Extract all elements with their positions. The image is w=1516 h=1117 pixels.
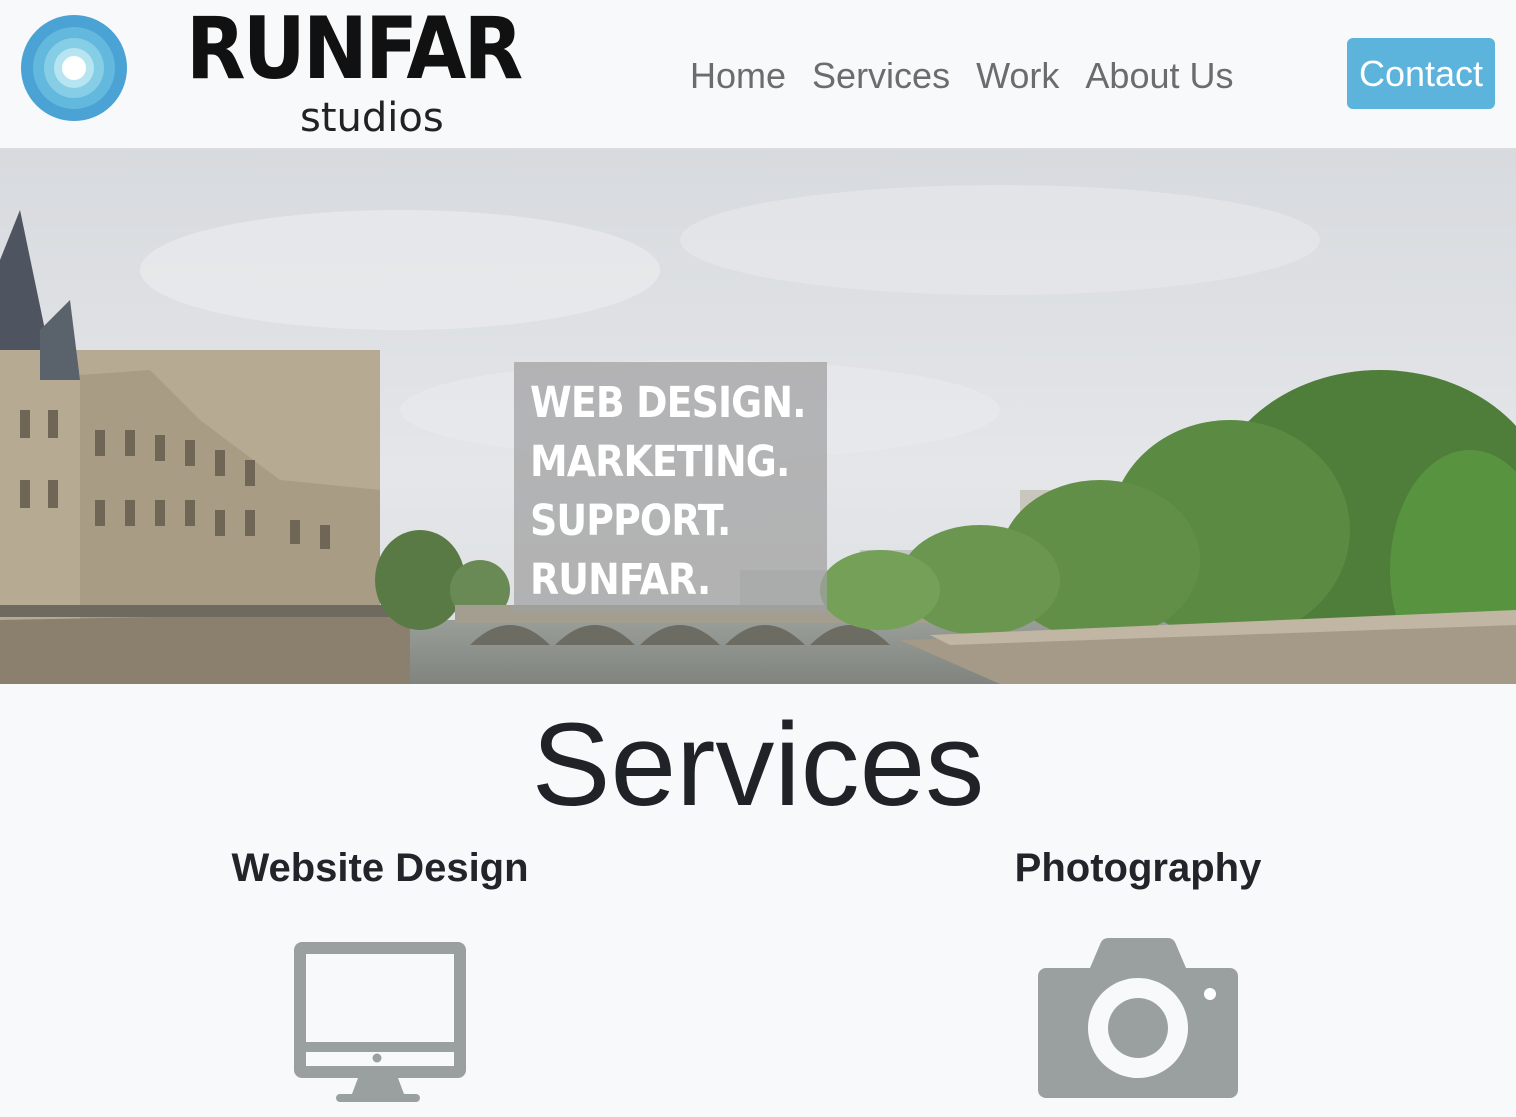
hero-banner: WEB DESIGN. MARKETING. SUPPORT. RUNFAR. <box>0 150 1516 684</box>
brand-subtitle: studios <box>300 95 444 141</box>
nav-link-services[interactable]: Services <box>812 52 950 100</box>
desktop-icon <box>294 942 466 1102</box>
brand-name: RUNFAR <box>186 0 523 99</box>
hero-tagline-line: WEB DESIGN. <box>530 378 806 428</box>
service-heading: Photography <box>1014 846 1262 890</box>
service-website-design: Website Design <box>160 840 600 1102</box>
navbar: RUNFAR studios Home Services Work About … <box>0 0 1516 150</box>
contact-button[interactable]: Contact <box>1347 38 1495 109</box>
hero-tagline-line: SUPPORT. <box>530 496 731 546</box>
service-photography: Photography <box>918 840 1358 1098</box>
nav-link-home[interactable]: Home <box>690 52 786 100</box>
hero-tagline-line: RUNFAR. <box>530 555 711 605</box>
camera-icon <box>1038 938 1238 1098</box>
brand-logo-icon <box>21 15 127 121</box>
main-nav: Home Services Work About Us <box>690 52 1234 100</box>
nav-link-about-us[interactable]: About Us <box>1085 52 1233 100</box>
hero-tagline-box: WEB DESIGN. MARKETING. SUPPORT. RUNFAR. <box>514 362 827 612</box>
nav-link-work[interactable]: Work <box>976 52 1059 100</box>
hero-tagline-line: MARKETING. <box>530 437 790 487</box>
services-title: Services <box>531 699 985 831</box>
service-heading: Website Design <box>231 846 529 890</box>
